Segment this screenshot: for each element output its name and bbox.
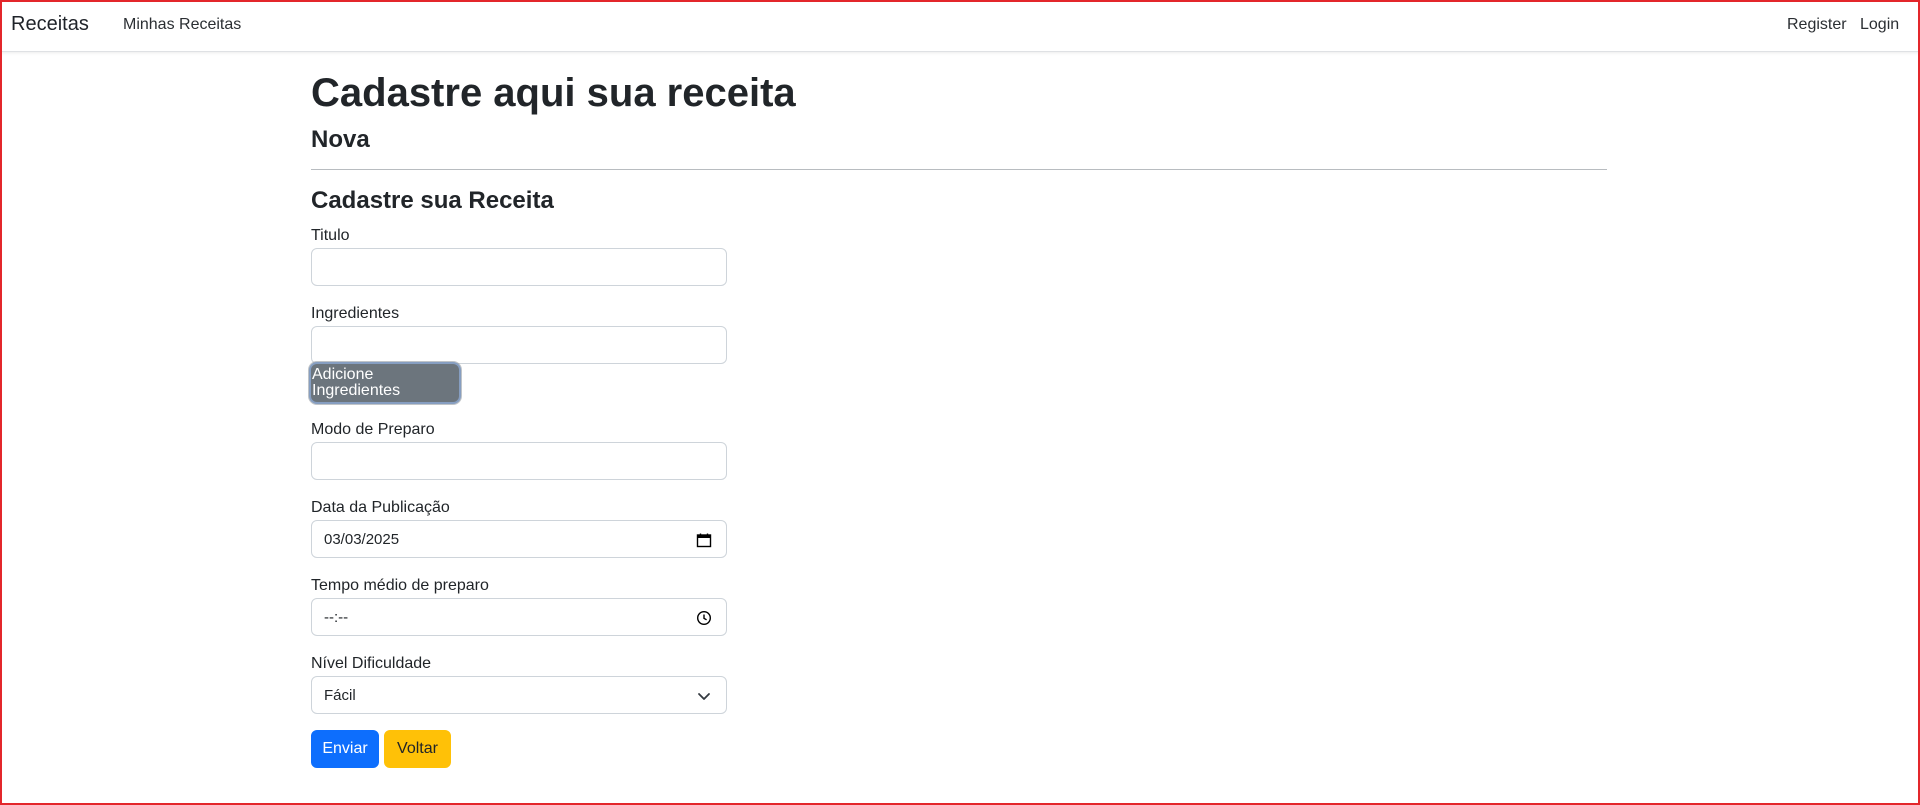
titulo-input[interactable] [311, 248, 727, 286]
tempo-medio-label: Tempo médio de preparo [311, 577, 489, 594]
page-title: Cadastre aqui sua receita [311, 71, 796, 115]
data-publicacao-input[interactable]: 03/03/2025 [311, 520, 727, 558]
ingredientes-label: Ingredientes [311, 305, 400, 322]
nav-link-login[interactable]: Login [1860, 16, 1899, 34]
nivel-dificuldade-value: Fácil [324, 687, 356, 704]
submit-button[interactable]: Enviar [311, 730, 379, 768]
nav-link-register[interactable]: Register [1787, 16, 1847, 34]
brand-link[interactable]: Receitas [11, 13, 89, 36]
form-title: Cadastre sua Receita [311, 187, 554, 214]
clock-icon[interactable] [696, 610, 712, 626]
add-ingredients-button[interactable]: Adicione Ingredientes [311, 364, 459, 402]
page-subtitle: Nova [311, 126, 370, 153]
navbar: Receitas Minhas Receitas Register Login [0, 0, 1920, 52]
tempo-medio-value: --:-- [324, 609, 349, 626]
tempo-medio-input[interactable]: --:-- [311, 598, 727, 636]
ingredientes-input[interactable] [311, 326, 727, 364]
titulo-label: Titulo [311, 227, 350, 244]
chevron-down-icon [698, 693, 710, 700]
nav-link-minhas-receitas[interactable]: Minhas Receitas [123, 16, 241, 34]
data-publicacao-label: Data da Publicação [311, 499, 450, 516]
modo-preparo-label: Modo de Preparo [311, 421, 435, 438]
nivel-dificuldade-label: Nível Dificuldade [311, 655, 432, 672]
window-frame [0, 0, 1920, 805]
nivel-dificuldade-select[interactable]: Fácil [311, 676, 727, 714]
divider [311, 169, 1607, 170]
calendar-icon[interactable] [696, 532, 712, 548]
modo-preparo-input[interactable] [311, 442, 727, 480]
back-button[interactable]: Voltar [384, 730, 451, 768]
data-publicacao-value: 03/03/2025 [324, 531, 400, 548]
